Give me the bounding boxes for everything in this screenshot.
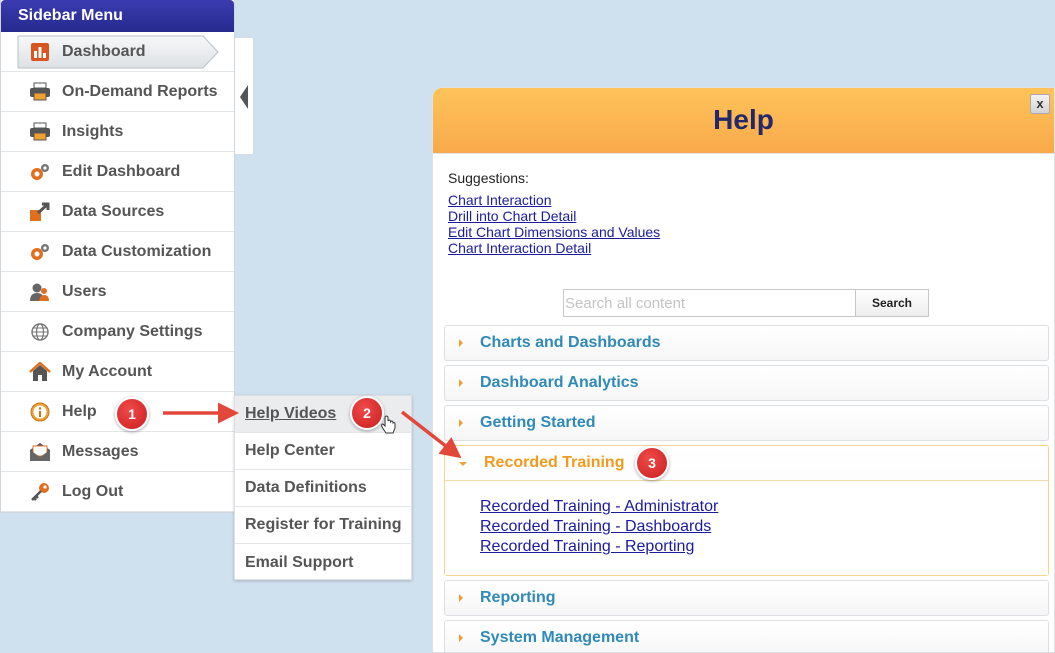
step-badge-2: 2	[350, 396, 384, 430]
sidebar-item-label: Dashboard	[62, 42, 146, 60]
hand-cursor-icon	[381, 415, 396, 434]
annotation-arrows	[163, 402, 462, 459]
step-badge-1: 1	[115, 397, 149, 431]
bar-chart-icon	[29, 41, 51, 63]
arrow-2	[400, 410, 462, 459]
step-badge-3: 3	[635, 446, 669, 480]
